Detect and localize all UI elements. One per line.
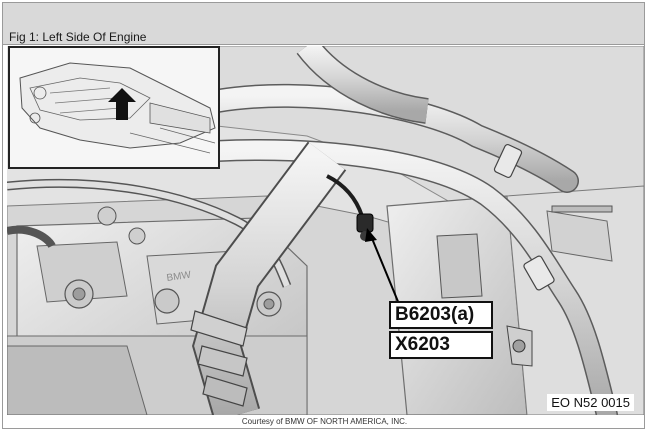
inset-engine-outline <box>10 48 218 167</box>
callout-sensor-label: B6203(a) <box>389 301 493 329</box>
figure-title: Fig 1: Left Side Of Engine <box>9 30 147 44</box>
figure-frame: Fig 1: Left Side Of Engine BMW B6203(a) … <box>2 2 645 429</box>
drawing-code: EO N52 0015 <box>547 394 634 411</box>
locator-inset <box>8 46 220 169</box>
copyright-footer: Courtesy of BMW OF NORTH AMERICA, INC. <box>241 417 408 426</box>
engine-illustration: BMW B6203(a) X6203 EO N52 0015 <box>7 46 644 415</box>
figure-title-bar: Fig 1: Left Side Of Engine <box>3 3 644 45</box>
callout-connector-label: X6203 <box>389 331 493 359</box>
